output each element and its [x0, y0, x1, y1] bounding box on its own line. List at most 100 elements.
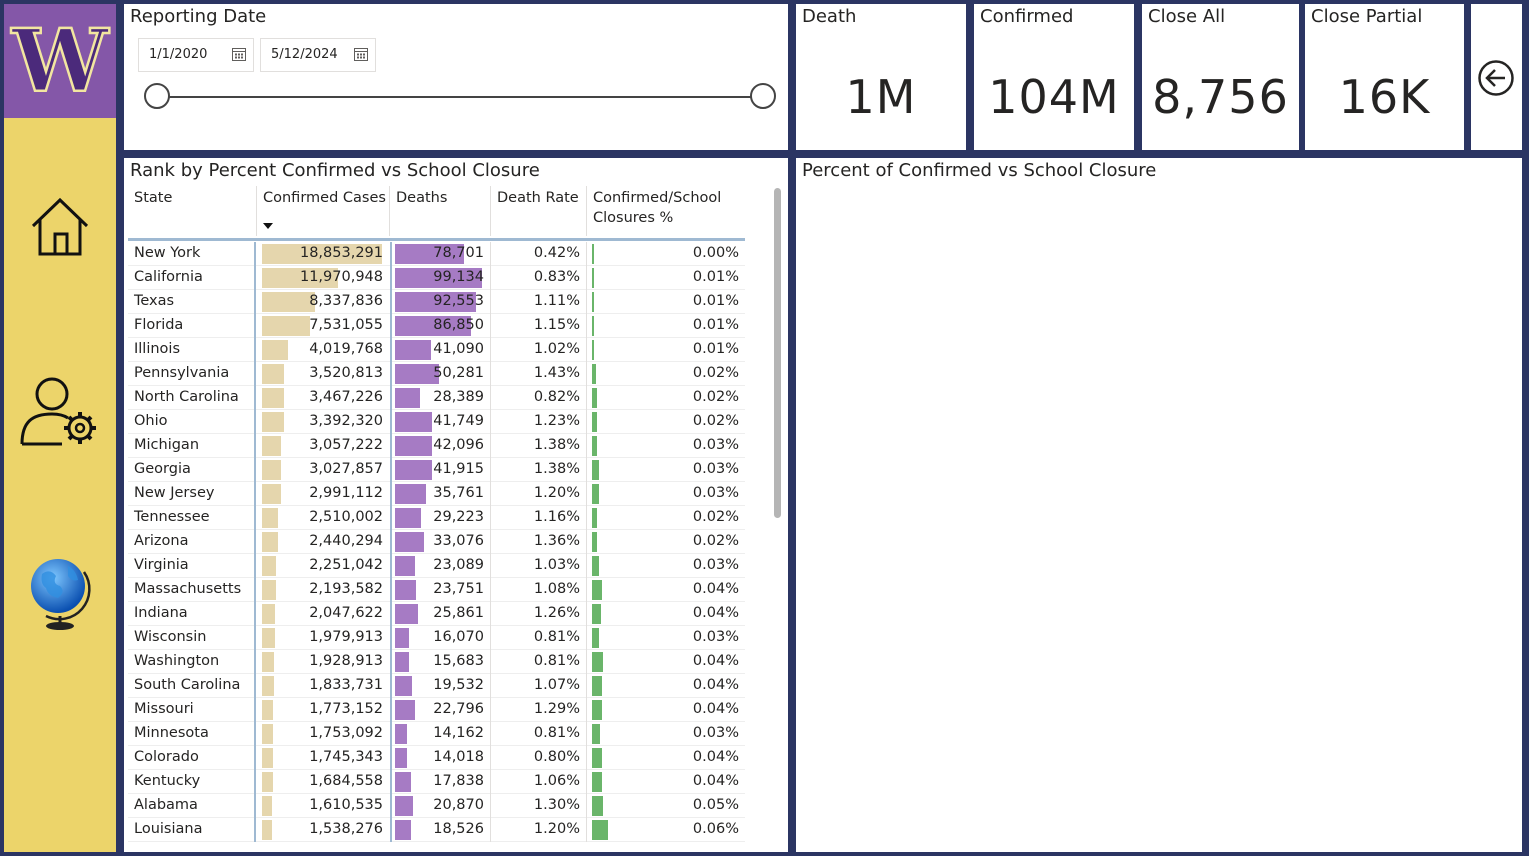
cell-state: Massachusetts: [134, 581, 242, 597]
table-row[interactable]: Georgia 3,027,857 41,915 1.38% 0.03%: [128, 458, 745, 482]
date-range-track[interactable]: [158, 96, 764, 98]
home-nav-button[interactable]: [4, 194, 116, 258]
cell-confirmed: 1,684,558: [309, 773, 383, 789]
col-header-confirmed-school-closures[interactable]: Confirmed/School Closures %: [593, 188, 721, 228]
row-divider: [390, 434, 392, 458]
cell-deaths: 41,090: [433, 341, 484, 357]
cell-pct: 0.03%: [692, 629, 739, 645]
sort-descending-icon: [263, 223, 273, 229]
cell-death-rate: 1.29%: [533, 701, 580, 717]
cell-deaths: 20,870: [433, 797, 484, 813]
row-divider: [390, 242, 392, 266]
table-row[interactable]: Illinois 4,019,768 41,090 1.02% 0.01%: [128, 338, 745, 362]
pct-bar: [592, 244, 594, 264]
row-divider: [254, 338, 256, 362]
row-divider: [586, 650, 587, 674]
table-row[interactable]: New Jersey 2,991,112 35,761 1.20% 0.03%: [128, 482, 745, 506]
table-row[interactable]: Missouri 1,773,152 22,796 1.29% 0.04%: [128, 698, 745, 722]
table-row[interactable]: Tennessee 2,510,002 29,223 1.16% 0.02%: [128, 506, 745, 530]
row-divider: [490, 698, 491, 722]
cell-state: Virginia: [134, 557, 189, 573]
table-scrollbar[interactable]: [774, 188, 781, 518]
card-value: 16K: [1338, 70, 1431, 124]
cell-state: California: [134, 269, 203, 285]
table-row[interactable]: South Carolina 1,833,731 19,532 1.07% 0.04%: [128, 674, 745, 698]
row-divider: [490, 386, 491, 410]
cell-deaths: 16,070: [433, 629, 484, 645]
row-divider: [490, 338, 491, 362]
col-header-death-rate[interactable]: Death Rate: [497, 188, 579, 208]
cell-pct: 0.01%: [692, 293, 739, 309]
table-row[interactable]: New York 18,853,291 78,701 0.42% 0.00%: [128, 242, 745, 266]
confirmed-bar: [262, 772, 273, 792]
globe-nav-button[interactable]: [4, 552, 116, 632]
user-settings-nav-button[interactable]: [4, 374, 116, 450]
table-row[interactable]: Arizona 2,440,294 33,076 1.36% 0.02%: [128, 530, 745, 554]
table-row[interactable]: North Carolina 3,467,226 28,389 0.82% 0.02%: [128, 386, 745, 410]
table-row[interactable]: Washington 1,928,913 15,683 0.81% 0.04%: [128, 650, 745, 674]
cell-pct: 0.02%: [692, 533, 739, 549]
header-rule: [128, 238, 745, 241]
pct-bar: [592, 436, 598, 456]
row-divider: [490, 290, 491, 314]
table-row[interactable]: Wisconsin 1,979,913 16,070 0.81% 0.03%: [128, 626, 745, 650]
cell-confirmed: 2,047,622: [309, 605, 383, 621]
pct-bar: [592, 820, 608, 840]
table-row[interactable]: Michigan 3,057,222 42,096 1.38% 0.03%: [128, 434, 745, 458]
cell-death-rate: 0.81%: [533, 725, 580, 741]
row-divider: [490, 554, 491, 578]
table-row[interactable]: Indiana 2,047,622 25,861 1.26% 0.04%: [128, 602, 745, 626]
row-divider: [390, 746, 392, 770]
table-row[interactable]: Pennsylvania 3,520,813 50,281 1.43% 0.02%: [128, 362, 745, 386]
slicer-title: Reporting Date: [130, 6, 267, 27]
row-divider: [490, 410, 491, 434]
cell-death-rate: 0.83%: [533, 269, 580, 285]
table-row[interactable]: Virginia 2,251,042 23,089 1.03% 0.03%: [128, 554, 745, 578]
row-divider: [254, 650, 256, 674]
table-row[interactable]: Massachusetts 2,193,582 23,751 1.08% 0.04%: [128, 578, 745, 602]
card-title: Close Partial: [1311, 6, 1423, 27]
deaths-bar: [395, 604, 418, 624]
pct-bar: [592, 676, 603, 696]
calendar-icon[interactable]: [353, 46, 369, 62]
table-row[interactable]: Florida 7,531,055 86,850 1.15% 0.01%: [128, 314, 745, 338]
calendar-icon[interactable]: [231, 46, 247, 62]
start-date-input[interactable]: 1/1/2020: [138, 38, 254, 72]
table-row[interactable]: Louisiana 1,538,276 18,526 1.20% 0.06%: [128, 818, 745, 842]
start-date-handle[interactable]: [144, 83, 170, 109]
table-row[interactable]: Kentucky 1,684,558 17,838 1.06% 0.04%: [128, 770, 745, 794]
table-row[interactable]: California 11,970,948 99,134 0.83% 0.01%: [128, 266, 745, 290]
col-header-confirmed[interactable]: Confirmed Cases: [263, 188, 386, 208]
cell-pct: 0.01%: [692, 269, 739, 285]
cell-confirmed: 2,991,112: [309, 485, 383, 501]
cell-deaths: 92,553: [433, 293, 484, 309]
row-divider: [390, 410, 392, 434]
back-button[interactable]: [1471, 4, 1522, 150]
table-row[interactable]: Ohio 3,392,320 41,749 1.23% 0.02%: [128, 410, 745, 434]
row-divider: [254, 746, 256, 770]
confirmed-bar: [262, 412, 284, 432]
row-divider: [254, 794, 256, 818]
pct-bar: [592, 388, 597, 408]
col-header-state[interactable]: State: [134, 188, 172, 208]
table-row[interactable]: Alabama 1,610,535 20,870 1.30% 0.05%: [128, 794, 745, 818]
pct-bar: [592, 556, 599, 576]
cell-pct: 0.02%: [692, 509, 739, 525]
cell-death-rate: 1.02%: [533, 341, 580, 357]
cell-confirmed: 3,467,226: [309, 389, 383, 405]
row-divider: [490, 746, 491, 770]
end-date-input[interactable]: 5/12/2024: [260, 38, 376, 72]
table-row[interactable]: Minnesota 1,753,092 14,162 0.81% 0.03%: [128, 722, 745, 746]
row-divider: [390, 674, 392, 698]
cell-deaths: 19,532: [433, 677, 484, 693]
table-row[interactable]: Texas 8,337,836 92,553 1.11% 0.01%: [128, 290, 745, 314]
col-header-deaths[interactable]: Deaths: [396, 188, 447, 208]
cell-deaths: 18,526: [433, 821, 484, 837]
deaths-bar: [395, 724, 408, 744]
end-date-handle[interactable]: [750, 83, 776, 109]
home-icon: [31, 197, 89, 256]
card-value: 104M: [988, 70, 1120, 124]
cell-pct: 0.03%: [692, 557, 739, 573]
table-row[interactable]: Colorado 1,745,343 14,018 0.80% 0.04%: [128, 746, 745, 770]
deaths-bar: [395, 436, 432, 456]
